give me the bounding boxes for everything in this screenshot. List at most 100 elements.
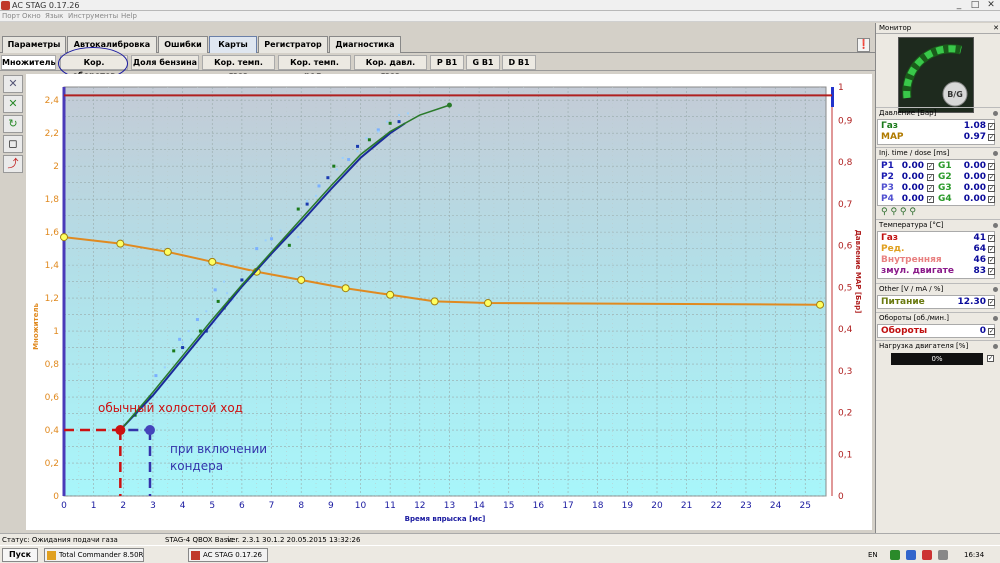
- injector-checkbox[interactable]: ✓: [988, 196, 995, 203]
- sample-point: [332, 164, 336, 168]
- sample-point: [216, 299, 220, 303]
- temp-gas-checkbox[interactable]: ✓: [988, 235, 995, 242]
- temp-gas-label: Газ: [881, 233, 899, 243]
- curve-icon[interactable]: ⤴: [3, 155, 23, 173]
- sample-point: [326, 176, 330, 180]
- subtab-multiplier[interactable]: Множитель: [1, 55, 56, 70]
- chart-svg[interactable]: 0 1 2 3 4 5 6 7 8 9 10 11 12 13 14 15 16 17 18 19 20 21 22 23 24…: [26, 74, 872, 530]
- subtab-gas-temp-correction[interactable]: Кор. темп. газа: [202, 55, 275, 80]
- y-axis-label: Множитель: [32, 303, 40, 350]
- start-button[interactable]: Пуск: [2, 548, 38, 562]
- sample-point: [270, 237, 274, 241]
- zoom-out-icon[interactable]: ✕: [3, 95, 23, 113]
- antivirus-icon[interactable]: [922, 550, 932, 560]
- subtab-reducer-temp-correction[interactable]: Кор. темп. ред.: [278, 55, 351, 80]
- close-button[interactable]: ✕: [983, 0, 999, 11]
- sample-point-faint: [365, 137, 368, 140]
- injector-checkbox[interactable]: ✓: [927, 196, 934, 203]
- maximize-button[interactable]: □: [967, 0, 983, 11]
- map-pressure-checkbox[interactable]: ✓: [988, 134, 995, 141]
- x-tick-label: 1: [91, 501, 97, 511]
- tab-parameters[interactable]: Параметры: [2, 36, 66, 53]
- supply-checkbox[interactable]: ✓: [988, 299, 995, 306]
- multiplier-point: [297, 275, 306, 284]
- multiplier-chart[interactable]: 0 1 2 3 4 5 6 7 8 9 10 11 12 13 14 15 16 17 18 19 20 21 22 23 24…: [26, 74, 872, 530]
- injector-checkbox[interactable]: ✓: [988, 163, 995, 170]
- minimize-button[interactable]: _: [951, 0, 967, 11]
- injection-box: P1 0.00 G1 0.00 ✓ ✓ P2 0.00 G2 0.00 ✓ ✓ P3 0.00 G3 0.00…: [877, 159, 995, 206]
- tab-recorder[interactable]: Регистратор: [258, 36, 328, 53]
- temperature-section: Температура [°C]: [876, 219, 1000, 230]
- x-tick-label: 12: [414, 501, 425, 511]
- temp-reducer-value: 64: [973, 244, 986, 254]
- rpm-value: 0: [979, 326, 986, 336]
- multiplier-point: [163, 247, 172, 256]
- temp-engine-checkbox[interactable]: ✓: [988, 268, 995, 275]
- x-tick-label: 17: [562, 501, 573, 511]
- task-total-commander[interactable]: Total Commander 8.50R...: [44, 548, 144, 562]
- rpm-checkbox[interactable]: ✓: [988, 328, 995, 335]
- y2-tick-label: 0,2: [838, 409, 852, 419]
- injector-checkbox[interactable]: ✓: [927, 174, 934, 181]
- x-tick-label: 18: [592, 501, 604, 511]
- menu-window[interactable]: Окно: [22, 11, 41, 22]
- temp-internal-label: Внутренняя: [881, 255, 942, 265]
- multiplier-point: [816, 300, 825, 309]
- temp-engine-label: змул. двигате: [881, 266, 954, 276]
- gas-pressure-value: 1.08: [963, 121, 986, 131]
- y2-tick-label: 0: [838, 492, 844, 502]
- x-tick-label: 10: [355, 501, 367, 511]
- menu-help[interactable]: Help: [121, 11, 137, 22]
- right-axis-handle: [831, 87, 834, 107]
- subtab-gas-pressure-correction[interactable]: Кор. давл. газа: [354, 55, 427, 80]
- monitor-panel: Монитор ✕ B/G Давление [Бар] Газ 1.08 ✓ …: [875, 23, 1000, 533]
- load-checkbox[interactable]: ✓: [987, 355, 994, 362]
- language-indicator[interactable]: EN: [868, 548, 878, 562]
- temp-internal-checkbox[interactable]: ✓: [988, 257, 995, 264]
- injector-checkbox[interactable]: ✓: [988, 174, 995, 181]
- x-tick-label: 13: [444, 501, 455, 511]
- menu-tools[interactable]: Инструменты: [68, 11, 118, 22]
- subtab-p-b1[interactable]: P B1: [430, 55, 464, 70]
- injector-p-label: P1: [881, 161, 894, 171]
- multiplier-point: [483, 299, 492, 308]
- subtab-d-b1[interactable]: D B1: [502, 55, 536, 70]
- injector-icons: ⚲ ⚲ ⚲ ⚲: [881, 207, 916, 217]
- y-tick-label: 0,4: [45, 426, 60, 436]
- subtab-g-b1[interactable]: G B1: [466, 55, 500, 70]
- zoom-in-icon[interactable]: ✕: [3, 75, 23, 93]
- x-tick-label: 5: [209, 501, 215, 511]
- menu-port[interactable]: Порт: [2, 11, 20, 22]
- help-icon[interactable]: ❗: [857, 38, 870, 52]
- y-tick-label: 0: [53, 492, 59, 502]
- injector-checkbox[interactable]: ✓: [988, 185, 995, 192]
- gas-pressure-checkbox[interactable]: ✓: [988, 123, 995, 130]
- network-icon[interactable]: [890, 550, 900, 560]
- task-ac-stag[interactable]: AC STAG 0.17.26: [188, 548, 268, 562]
- y2-top-label: 1: [838, 83, 844, 93]
- refresh-icon[interactable]: ↻: [3, 115, 23, 133]
- subtab-petrol-share[interactable]: Доля бензина: [131, 55, 199, 70]
- close-icon[interactable]: ✕: [993, 23, 999, 34]
- volume-icon[interactable]: [938, 550, 948, 560]
- sample-point-faint: [187, 330, 190, 333]
- tab-errors[interactable]: Ошибки: [158, 36, 208, 53]
- injector-checkbox[interactable]: ✓: [927, 185, 934, 192]
- sample-point: [287, 243, 291, 247]
- shield-icon[interactable]: [906, 550, 916, 560]
- multiplier-point: [341, 284, 350, 293]
- select-icon[interactable]: ◻: [3, 135, 23, 153]
- tab-maps[interactable]: Карты: [209, 36, 257, 53]
- sample-point-faint: [163, 366, 166, 369]
- sample-point-faint: [205, 310, 208, 313]
- multiplier-point: [60, 233, 68, 242]
- injector-g-value: 0.00: [963, 172, 986, 182]
- app-icon: [1, 1, 10, 10]
- tab-diagnostics[interactable]: Диагностика: [329, 36, 401, 53]
- menu-bar: Порт Окно Язык Инструменты Help: [0, 11, 1000, 22]
- injector-p-value: 0.00: [901, 194, 924, 204]
- menu-language[interactable]: Язык: [45, 11, 63, 22]
- sample-point-faint: [306, 199, 309, 202]
- temp-reducer-checkbox[interactable]: ✓: [988, 246, 995, 253]
- injector-checkbox[interactable]: ✓: [927, 163, 934, 170]
